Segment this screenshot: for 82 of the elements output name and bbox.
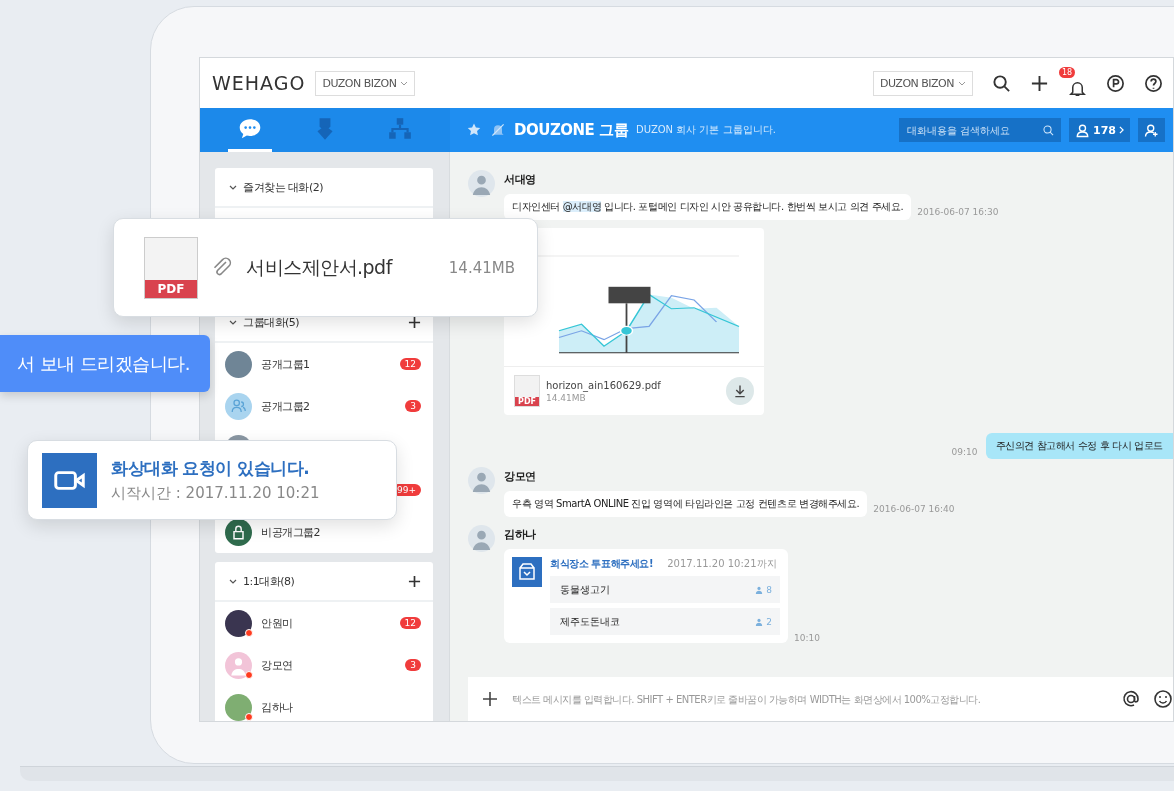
logo: WEHAGO bbox=[212, 72, 306, 94]
add-icon[interactable] bbox=[1030, 73, 1049, 93]
notification-badge: 18 bbox=[1059, 66, 1076, 78]
caret-icon[interactable] bbox=[229, 184, 237, 190]
org-chart-icon bbox=[387, 115, 414, 142]
company-select[interactable]: DUZON BIZON bbox=[315, 70, 416, 96]
star-icon[interactable] bbox=[466, 122, 482, 138]
search-field[interactable]: 대화내용을 검색하세요 bbox=[905, 123, 1043, 137]
caret-icon[interactable] bbox=[229, 578, 237, 584]
poll-title[interactable]: 회식장소 투표해주세요! bbox=[550, 557, 654, 571]
message-text: 우측 영역 SmartA ONLINE 진입 영역에 타임라인은 고정 컨텐츠로 변경해주세요. bbox=[504, 491, 868, 517]
room-title: DOUZONE 그룹 bbox=[514, 120, 629, 140]
company-select[interactable]: DUZON BIZON bbox=[873, 70, 973, 96]
message-time: 2016-06-07 16:40 bbox=[873, 503, 955, 514]
poll-option[interactable]: 동물생고기 8 bbox=[550, 576, 780, 603]
points-icon[interactable] bbox=[1106, 73, 1125, 93]
person-icon bbox=[1075, 122, 1091, 138]
search-box[interactable]: 대화내용을 검색하세요 bbox=[899, 118, 1062, 142]
section-title[interactable]: 즐겨찾는 대화(2) bbox=[243, 179, 324, 195]
help-icon[interactable] bbox=[1144, 73, 1163, 93]
unread-badge: 12 bbox=[399, 617, 421, 629]
pdf-file-icon: PDF bbox=[514, 375, 540, 407]
poll-deadline: 2017.11.20 10:21까지 bbox=[667, 557, 777, 571]
online-dot bbox=[245, 670, 253, 679]
message-text: 디자인센터 @서대영 입니다. 포털메인 디자인 시안 공유합니다. 한번씩 보시고 의견 주세요. bbox=[504, 194, 912, 220]
search-icon[interactable] bbox=[992, 73, 1011, 93]
add-person-icon bbox=[1144, 122, 1159, 138]
unread-badge: 12 bbox=[399, 358, 421, 370]
message-bubble: 서 보내 드리겠습니다. bbox=[0, 335, 210, 392]
avatar-icon bbox=[225, 651, 252, 679]
bell-off-icon[interactable] bbox=[490, 122, 506, 138]
avatar-icon bbox=[468, 467, 495, 494]
video-camera-icon bbox=[42, 452, 97, 508]
mention-link[interactable]: @서대영 bbox=[562, 201, 602, 212]
members-button[interactable]: 178 bbox=[1069, 118, 1130, 142]
add-icon[interactable] bbox=[408, 574, 421, 588]
unread-badge: 3 bbox=[405, 400, 421, 412]
download-icon[interactable] bbox=[726, 377, 754, 405]
chat-name[interactable]: 공개그룹1 bbox=[261, 356, 310, 372]
unread-badge: 3 bbox=[405, 659, 421, 671]
person-icon bbox=[755, 617, 764, 626]
room-description: DUZON 회사 기본 그룹입니다. bbox=[636, 123, 776, 137]
chat-name[interactable]: 강모연 bbox=[261, 657, 293, 673]
avatar-icon bbox=[225, 609, 252, 637]
file-name: 서비스제안서.pdf bbox=[246, 254, 392, 280]
poll-option[interactable]: 제주도돈내코 2 bbox=[550, 608, 780, 635]
file-name[interactable]: horizon_ain160629.pdf bbox=[546, 379, 661, 391]
avatar-icon bbox=[468, 525, 495, 552]
online-dot bbox=[245, 628, 253, 637]
person-icon bbox=[755, 585, 764, 594]
avatar-icon bbox=[225, 392, 252, 420]
section-title[interactable]: 1:1대화(8) bbox=[243, 573, 295, 589]
section-title[interactable]: 그룹대화(5) bbox=[243, 314, 300, 330]
avatar-icon bbox=[225, 693, 252, 721]
caret-icon bbox=[958, 80, 966, 86]
chat-name[interactable]: 김하나 bbox=[261, 699, 293, 715]
file-size: 14.41MB bbox=[546, 392, 587, 403]
avatar-icon bbox=[225, 350, 252, 378]
chat-name[interactable]: 비공개그룹2 bbox=[261, 524, 320, 540]
caret-icon[interactable] bbox=[229, 319, 237, 325]
callout-subtitle: 시작시간 : 2017.11.20 10:21 bbox=[111, 484, 320, 503]
avatar-icon bbox=[468, 170, 495, 197]
message-time: 09:10 bbox=[951, 447, 978, 459]
caret-icon bbox=[400, 80, 409, 86]
chat-name[interactable]: 공개그룹2 bbox=[261, 398, 310, 414]
pdf-file-icon: PDF bbox=[144, 236, 198, 299]
chat-name[interactable]: 안원미 bbox=[261, 615, 293, 631]
message-text: 주신의견 참고해서 수정 후 다시 업로드 bbox=[985, 433, 1173, 459]
sender-name: 서대영 bbox=[504, 172, 537, 187]
sender-name: 강모연 bbox=[504, 469, 537, 484]
message-time: 10:10 bbox=[794, 632, 820, 643]
message-time: 2016-06-07 16:30 bbox=[917, 206, 999, 217]
ballot-box-icon bbox=[512, 557, 542, 587]
file-size: 14.41MB bbox=[448, 258, 515, 277]
mention-icon[interactable] bbox=[1121, 689, 1141, 709]
sender-name: 김하나 bbox=[504, 527, 537, 542]
emoji-icon[interactable] bbox=[1153, 689, 1173, 709]
add-icon[interactable] bbox=[408, 315, 421, 329]
invite-button[interactable] bbox=[1138, 118, 1165, 142]
callout-title: 화상대화 요청이 있습니다. bbox=[111, 457, 311, 480]
chevron-icon bbox=[1119, 126, 1124, 134]
message-composer[interactable]: 텍스트 메시지를 입력합니다. SHIFT + ENTER키로 줄바꿈이 가능하며 WIDTH는 화면상에서 100%고정합니다. bbox=[468, 677, 1173, 721]
